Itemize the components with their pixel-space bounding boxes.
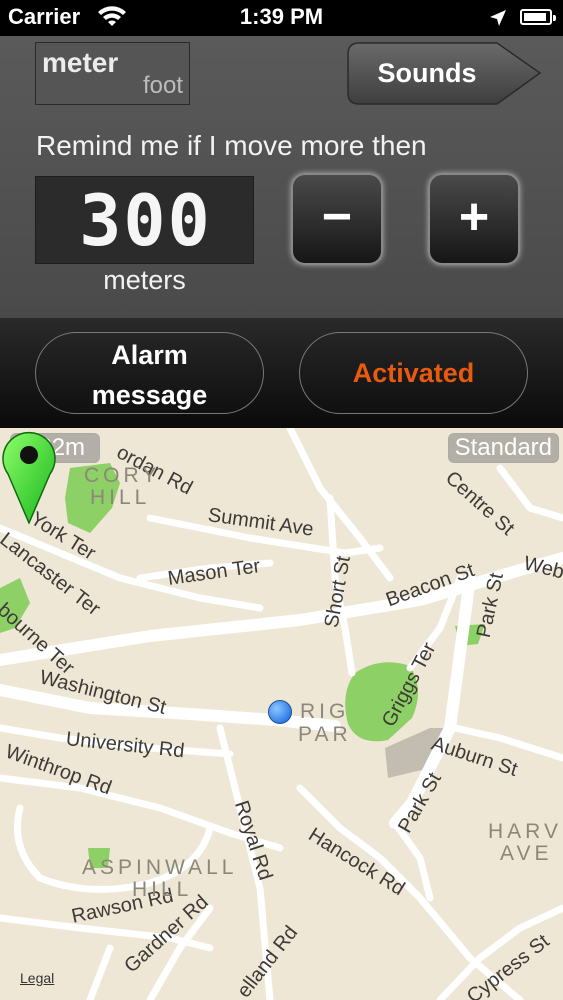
distance-display: 300	[35, 176, 254, 264]
distance-unit-label: meters	[103, 265, 186, 295]
increment-button[interactable]: +	[428, 173, 520, 265]
map-type-button[interactable]: Standard	[447, 433, 559, 463]
unit-foot-label: foot	[142, 72, 183, 99]
clock: 1:39 PM	[239, 4, 324, 29]
legal-link[interactable]: Legal	[20, 970, 54, 986]
map-view[interactable]: 222m Standard ordan Rd Summit Ave York T…	[0, 428, 563, 1000]
distance-value: 300	[79, 180, 212, 262]
action-bar: Alarm message Activated	[0, 318, 563, 428]
remind-text: Remind me if I move more then	[36, 130, 427, 161]
alarm-message-button[interactable]: Alarm message	[35, 332, 264, 414]
location-arrow-icon	[490, 10, 506, 26]
district-label: HILL	[90, 486, 151, 509]
decrement-button[interactable]: −	[291, 173, 383, 265]
sounds-label: Sounds	[377, 58, 477, 88]
alarm-message-line2: message	[91, 380, 208, 410]
district-label: HARV	[488, 820, 562, 843]
district-label: AVE	[500, 842, 553, 865]
current-location-dot	[268, 700, 292, 724]
unit-meter-label: meter	[42, 47, 119, 78]
battery-icon	[520, 9, 556, 25]
alarm-message-line1: Alarm	[111, 340, 188, 370]
status-bar: Carrier 1:39 PM	[0, 0, 563, 36]
activated-button[interactable]: Activated	[299, 332, 528, 414]
district-label: HILL	[132, 878, 193, 901]
unit-toggle[interactable]: meter foot	[35, 42, 190, 105]
settings-panel: meter foot Sounds Remind me if I move mo…	[0, 36, 563, 318]
district-label: RIG	[300, 700, 350, 723]
district-label: PAR	[298, 723, 352, 746]
district-label: CORY	[84, 464, 161, 487]
sounds-button[interactable]: Sounds	[347, 42, 542, 105]
map-pin-icon[interactable]	[0, 428, 58, 524]
district-label: ASPINWALL	[82, 856, 238, 879]
